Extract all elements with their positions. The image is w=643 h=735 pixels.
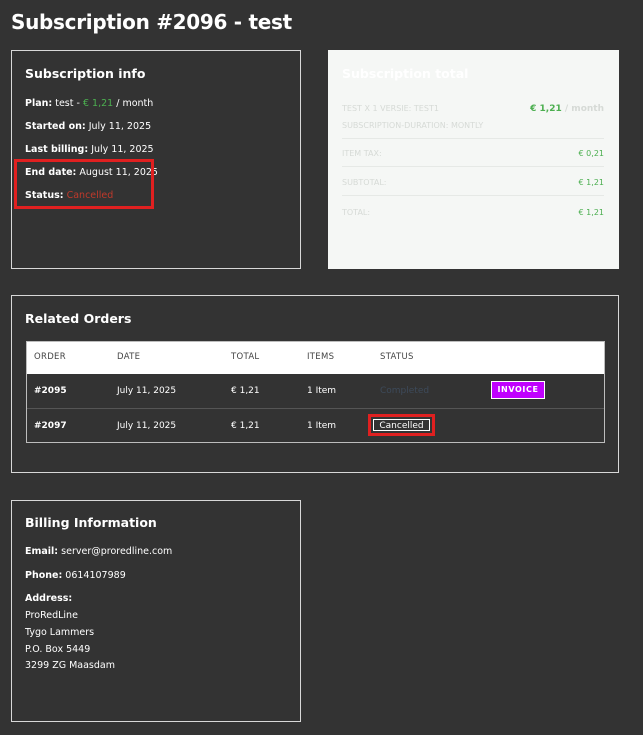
total-item-line2: SUBSCRIPTION-DURATION: MONTLY — [342, 121, 484, 130]
related-orders-title: Related Orders — [25, 311, 132, 326]
tax-label: ITEM TAX: — [342, 149, 382, 158]
subscription-total-title: Subscription total — [342, 66, 469, 81]
started-label: Started on: — [25, 121, 86, 132]
total-divider — [342, 138, 604, 139]
column-header-total: TOTAL — [231, 352, 260, 362]
table-row: #2095 July 11, 2025 € 1,21 1 Item Comple… — [27, 374, 604, 409]
subtotal-label: SUBTOTAL: — [342, 178, 387, 187]
last-billing-line: Last billing: July 11, 2025 — [25, 144, 154, 155]
phone-label: Phone: — [25, 570, 63, 581]
related-orders-card: Related Orders ORDER DATE TOTAL ITEMS ST… — [11, 295, 619, 473]
plan-label: Plan: — [25, 98, 53, 109]
address-label-line: Address: — [25, 593, 72, 604]
subscription-page: Subscription #2096 - test Subscription i… — [0, 0, 643, 735]
phone-line: Phone: 0614107989 — [25, 570, 126, 581]
total-item-line1: TEST X 1 VERSIE: TEST1 — [342, 104, 439, 113]
order-status-highlight: Cancelled — [368, 414, 435, 436]
total-divider — [342, 195, 604, 196]
grand-total-label: TOTAL: — [342, 208, 371, 217]
started-value: July 11, 2025 — [88, 121, 152, 132]
order-status: Completed — [380, 386, 430, 396]
order-status-badge: Cancelled — [373, 419, 430, 431]
tax-value: € 0,21 — [578, 149, 604, 158]
address-line: Tygo Lammers — [25, 627, 95, 638]
total-item-row-2: SUBSCRIPTION-DURATION: MONTLY — [342, 121, 604, 130]
subscription-info-card: Subscription info Plan: test - € 1,21 / … — [11, 50, 301, 269]
table-row: #2097 July 11, 2025 € 1,21 1 Item Cancel… — [27, 409, 604, 443]
orders-table-header: ORDER DATE TOTAL ITEMS STATUS — [27, 342, 604, 374]
order-date: July 11, 2025 — [117, 421, 177, 431]
grand-total-row: TOTAL: € 1,21 — [342, 208, 604, 217]
plan-line: Plan: test - € 1,21 / month — [25, 98, 153, 109]
last-billing-value: July 11, 2025 — [91, 144, 154, 155]
order-number-link[interactable]: #2097 — [34, 421, 67, 431]
orders-table: ORDER DATE TOTAL ITEMS STATUS #2095 July… — [26, 341, 605, 443]
order-items: 1 Item — [307, 421, 337, 431]
subtotal-value: € 1,21 — [578, 178, 604, 187]
grand-total-value: € 1,21 — [578, 208, 604, 217]
order-number-link[interactable]: #2095 — [34, 386, 67, 396]
subscription-info-title: Subscription info — [25, 66, 146, 81]
total-item-row: TEST X 1 VERSIE: TEST1 € 1,21 / month — [342, 104, 604, 114]
total-divider — [342, 166, 604, 167]
order-total: € 1,21 — [231, 421, 260, 431]
address-line: P.O. Box 5449 — [25, 644, 91, 655]
phone-value: 0614107989 — [65, 570, 126, 581]
column-header-order: ORDER — [34, 352, 66, 362]
address-label: Address: — [25, 593, 73, 604]
email-value: server@proredline.com — [61, 546, 173, 557]
email-line: Email: server@proredline.com — [25, 546, 172, 557]
billing-information-card: Billing Information Email: server@prored… — [11, 500, 301, 722]
total-item-price: € 1,21 — [530, 104, 562, 114]
column-header-items: ITEMS — [307, 352, 335, 362]
total-item-period: / month — [564, 104, 604, 114]
page-title: Subscription #2096 - test — [11, 10, 292, 34]
address-line: 3299 ZG Maasdam — [25, 660, 115, 671]
email-label: Email: — [25, 546, 59, 557]
order-date: July 11, 2025 — [117, 386, 177, 396]
column-header-status: STATUS — [380, 352, 414, 362]
started-line: Started on: July 11, 2025 — [25, 121, 151, 132]
order-total: € 1,21 — [231, 386, 260, 396]
column-header-date: DATE — [117, 352, 141, 362]
address-line: ProRedLine — [25, 610, 78, 621]
billing-title: Billing Information — [25, 515, 157, 530]
plan-name: test - — [55, 98, 80, 109]
subtotal-row: SUBTOTAL: € 1,21 — [342, 178, 604, 187]
tax-row: ITEM TAX: € 0,21 — [342, 149, 604, 158]
last-billing-label: Last billing: — [25, 144, 89, 155]
plan-period: / month — [116, 98, 154, 109]
plan-price: € 1,21 — [82, 98, 114, 109]
total-item-price-wrap: € 1,21 / month — [530, 104, 604, 114]
invoice-button[interactable]: INVOICE — [491, 381, 545, 399]
highlight-annotation-box — [14, 159, 154, 209]
subscription-total-card: Subscription total TEST X 1 VERSIE: TEST… — [328, 50, 619, 269]
order-items: 1 Item — [307, 386, 337, 396]
